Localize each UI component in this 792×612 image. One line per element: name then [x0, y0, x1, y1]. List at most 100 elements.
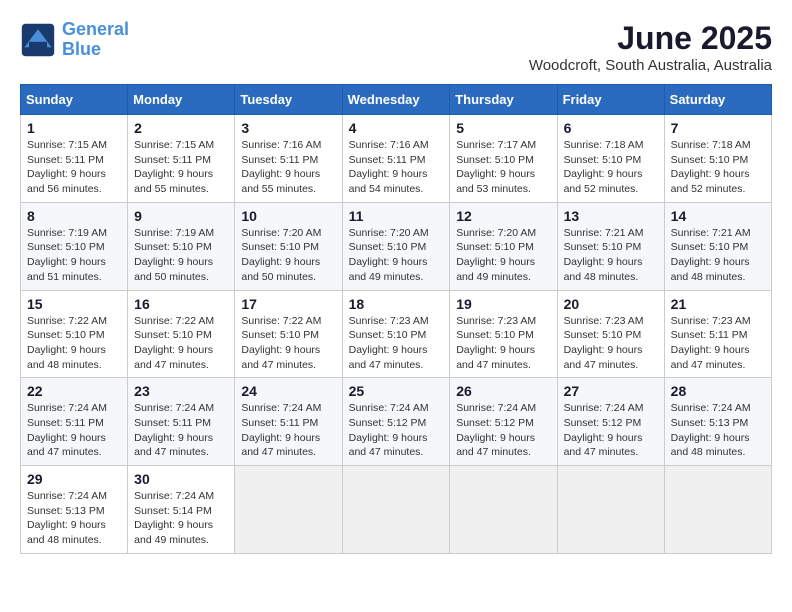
month-title: June 2025: [529, 20, 772, 57]
calendar-week-row: 1 Sunrise: 7:15 AMSunset: 5:11 PMDayligh…: [21, 115, 772, 203]
day-info: Sunrise: 7:22 AMSunset: 5:10 PMDaylight:…: [27, 314, 121, 373]
day-number: 28: [671, 383, 765, 399]
calendar-cell: 24 Sunrise: 7:24 AMSunset: 5:11 PMDaylig…: [235, 378, 342, 466]
calendar-cell: 29 Sunrise: 7:24 AMSunset: 5:13 PMDaylig…: [21, 466, 128, 554]
day-info: Sunrise: 7:16 AMSunset: 5:11 PMDaylight:…: [241, 138, 335, 197]
day-info: Sunrise: 7:24 AMSunset: 5:11 PMDaylight:…: [27, 401, 121, 460]
calendar-week-row: 8 Sunrise: 7:19 AMSunset: 5:10 PMDayligh…: [21, 202, 772, 290]
day-info: Sunrise: 7:24 AMSunset: 5:13 PMDaylight:…: [671, 401, 765, 460]
day-number: 2: [134, 120, 228, 136]
page-header: General Blue June 2025 Woodcroft, South …: [20, 20, 772, 74]
logo-icon: [20, 22, 56, 58]
calendar-cell: 28 Sunrise: 7:24 AMSunset: 5:13 PMDaylig…: [664, 378, 771, 466]
calendar-cell: 8 Sunrise: 7:19 AMSunset: 5:10 PMDayligh…: [21, 202, 128, 290]
day-info: Sunrise: 7:20 AMSunset: 5:10 PMDaylight:…: [456, 226, 550, 285]
day-info: Sunrise: 7:24 AMSunset: 5:12 PMDaylight:…: [564, 401, 658, 460]
calendar-week-row: 29 Sunrise: 7:24 AMSunset: 5:13 PMDaylig…: [21, 466, 772, 554]
day-info: Sunrise: 7:24 AMSunset: 5:12 PMDaylight:…: [456, 401, 550, 460]
day-info: Sunrise: 7:22 AMSunset: 5:10 PMDaylight:…: [134, 314, 228, 373]
location-title: Woodcroft, South Australia, Australia: [529, 57, 772, 74]
calendar-cell: 18 Sunrise: 7:23 AMSunset: 5:10 PMDaylig…: [342, 290, 450, 378]
calendar-cell: 13 Sunrise: 7:21 AMSunset: 5:10 PMDaylig…: [557, 202, 664, 290]
calendar-cell: 14 Sunrise: 7:21 AMSunset: 5:10 PMDaylig…: [664, 202, 771, 290]
day-info: Sunrise: 7:17 AMSunset: 5:10 PMDaylight:…: [456, 138, 550, 197]
day-number: 27: [564, 383, 658, 399]
day-number: 17: [241, 296, 335, 312]
day-info: Sunrise: 7:24 AMSunset: 5:13 PMDaylight:…: [27, 489, 121, 548]
title-section: June 2025 Woodcroft, South Australia, Au…: [529, 20, 772, 74]
calendar-cell: 25 Sunrise: 7:24 AMSunset: 5:12 PMDaylig…: [342, 378, 450, 466]
day-info: Sunrise: 7:23 AMSunset: 5:10 PMDaylight:…: [349, 314, 444, 373]
col-header-saturday: Saturday: [664, 85, 771, 115]
day-number: 30: [134, 471, 228, 487]
calendar-cell: 21 Sunrise: 7:23 AMSunset: 5:11 PMDaylig…: [664, 290, 771, 378]
day-info: Sunrise: 7:24 AMSunset: 5:14 PMDaylight:…: [134, 489, 228, 548]
day-number: 16: [134, 296, 228, 312]
day-info: Sunrise: 7:15 AMSunset: 5:11 PMDaylight:…: [27, 138, 121, 197]
calendar-cell: 4 Sunrise: 7:16 AMSunset: 5:11 PMDayligh…: [342, 115, 450, 203]
day-number: 4: [349, 120, 444, 136]
day-info: Sunrise: 7:18 AMSunset: 5:10 PMDaylight:…: [671, 138, 765, 197]
col-header-wednesday: Wednesday: [342, 85, 450, 115]
day-number: 25: [349, 383, 444, 399]
calendar-cell: 20 Sunrise: 7:23 AMSunset: 5:10 PMDaylig…: [557, 290, 664, 378]
day-number: 15: [27, 296, 121, 312]
day-info: Sunrise: 7:18 AMSunset: 5:10 PMDaylight:…: [564, 138, 658, 197]
calendar-cell: 15 Sunrise: 7:22 AMSunset: 5:10 PMDaylig…: [21, 290, 128, 378]
calendar-cell: 19 Sunrise: 7:23 AMSunset: 5:10 PMDaylig…: [450, 290, 557, 378]
day-number: 29: [27, 471, 121, 487]
day-number: 21: [671, 296, 765, 312]
calendar-week-row: 15 Sunrise: 7:22 AMSunset: 5:10 PMDaylig…: [21, 290, 772, 378]
day-number: 8: [27, 208, 121, 224]
col-header-sunday: Sunday: [21, 85, 128, 115]
col-header-thursday: Thursday: [450, 85, 557, 115]
calendar-cell: 16 Sunrise: 7:22 AMSunset: 5:10 PMDaylig…: [128, 290, 235, 378]
calendar-cell: [664, 466, 771, 554]
day-info: Sunrise: 7:15 AMSunset: 5:11 PMDaylight:…: [134, 138, 228, 197]
calendar-cell: 3 Sunrise: 7:16 AMSunset: 5:11 PMDayligh…: [235, 115, 342, 203]
calendar-cell: 5 Sunrise: 7:17 AMSunset: 5:10 PMDayligh…: [450, 115, 557, 203]
calendar-cell: 2 Sunrise: 7:15 AMSunset: 5:11 PMDayligh…: [128, 115, 235, 203]
day-info: Sunrise: 7:16 AMSunset: 5:11 PMDaylight:…: [349, 138, 444, 197]
day-number: 13: [564, 208, 658, 224]
day-info: Sunrise: 7:23 AMSunset: 5:11 PMDaylight:…: [671, 314, 765, 373]
day-info: Sunrise: 7:22 AMSunset: 5:10 PMDaylight:…: [241, 314, 335, 373]
day-number: 10: [241, 208, 335, 224]
day-info: Sunrise: 7:19 AMSunset: 5:10 PMDaylight:…: [134, 226, 228, 285]
calendar-cell: [235, 466, 342, 554]
calendar-cell: [557, 466, 664, 554]
calendar-cell: [450, 466, 557, 554]
calendar-cell: 9 Sunrise: 7:19 AMSunset: 5:10 PMDayligh…: [128, 202, 235, 290]
day-number: 3: [241, 120, 335, 136]
day-info: Sunrise: 7:21 AMSunset: 5:10 PMDaylight:…: [564, 226, 658, 285]
col-header-monday: Monday: [128, 85, 235, 115]
day-number: 14: [671, 208, 765, 224]
calendar-cell: 7 Sunrise: 7:18 AMSunset: 5:10 PMDayligh…: [664, 115, 771, 203]
day-info: Sunrise: 7:23 AMSunset: 5:10 PMDaylight:…: [456, 314, 550, 373]
day-info: Sunrise: 7:24 AMSunset: 5:11 PMDaylight:…: [241, 401, 335, 460]
logo: General Blue: [20, 20, 129, 60]
calendar-cell: 27 Sunrise: 7:24 AMSunset: 5:12 PMDaylig…: [557, 378, 664, 466]
calendar-cell: 1 Sunrise: 7:15 AMSunset: 5:11 PMDayligh…: [21, 115, 128, 203]
day-number: 7: [671, 120, 765, 136]
day-number: 11: [349, 208, 444, 224]
day-info: Sunrise: 7:19 AMSunset: 5:10 PMDaylight:…: [27, 226, 121, 285]
day-number: 1: [27, 120, 121, 136]
calendar-cell: 12 Sunrise: 7:20 AMSunset: 5:10 PMDaylig…: [450, 202, 557, 290]
day-number: 20: [564, 296, 658, 312]
logo-line1: General: [62, 19, 129, 39]
calendar-cell: 22 Sunrise: 7:24 AMSunset: 5:11 PMDaylig…: [21, 378, 128, 466]
col-header-friday: Friday: [557, 85, 664, 115]
day-number: 22: [27, 383, 121, 399]
day-number: 18: [349, 296, 444, 312]
day-number: 5: [456, 120, 550, 136]
day-number: 24: [241, 383, 335, 399]
calendar-week-row: 22 Sunrise: 7:24 AMSunset: 5:11 PMDaylig…: [21, 378, 772, 466]
calendar-header-row: SundayMondayTuesdayWednesdayThursdayFrid…: [21, 85, 772, 115]
calendar-table: SundayMondayTuesdayWednesdayThursdayFrid…: [20, 84, 772, 554]
day-info: Sunrise: 7:24 AMSunset: 5:12 PMDaylight:…: [349, 401, 444, 460]
day-info: Sunrise: 7:20 AMSunset: 5:10 PMDaylight:…: [241, 226, 335, 285]
day-number: 23: [134, 383, 228, 399]
day-number: 19: [456, 296, 550, 312]
day-number: 9: [134, 208, 228, 224]
